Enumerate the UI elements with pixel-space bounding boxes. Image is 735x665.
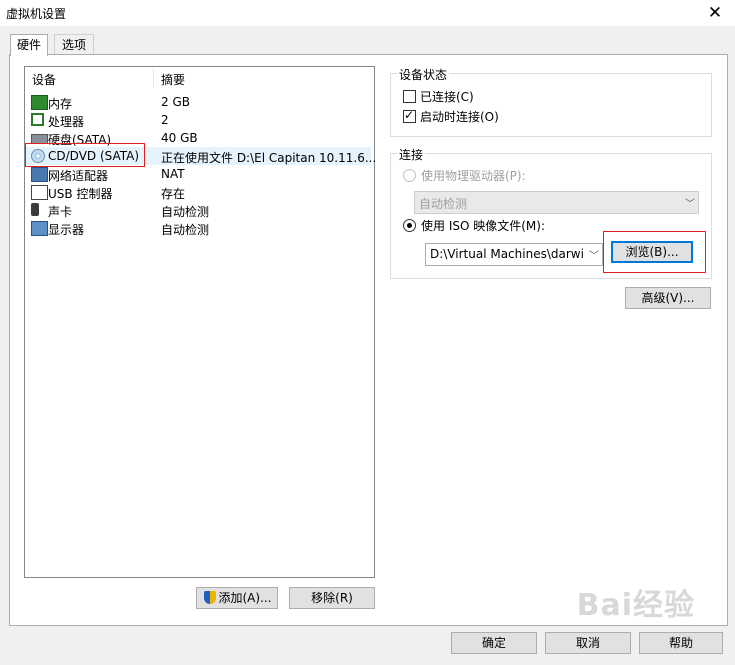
device-row-sound[interactable]: 声卡 自动检测: [26, 201, 371, 219]
cancel-button[interactable]: 取消: [545, 632, 631, 654]
advanced-button[interactable]: 高级(V)...: [625, 287, 711, 309]
device-row-network[interactable]: 网络适配器 NAT: [26, 165, 371, 183]
connection-group: 连接 使用物理驱动器(P): 自动检测 ﹀ 使用 ISO 映像文件(M): D:…: [390, 146, 712, 279]
ok-button[interactable]: 确定: [451, 632, 537, 654]
iso-path-combo[interactable]: D:\Virtual Machines\darwin_ ﹀: [425, 243, 603, 266]
network-adapter-icon: [31, 167, 48, 182]
remove-button[interactable]: 移除(R): [289, 587, 375, 609]
device-name: 声卡: [48, 205, 73, 219]
device-summary: 2 GB: [161, 95, 190, 109]
window-title: 虚拟机设置: [6, 7, 67, 21]
connected-checkbox[interactable]: [403, 90, 416, 103]
memory-icon: [31, 95, 48, 110]
device-summary: NAT: [161, 167, 185, 181]
device-summary: 40 GB: [161, 131, 198, 145]
device-summary: 2: [161, 113, 169, 127]
tab-hardware[interactable]: 硬件: [10, 34, 48, 56]
iso-label: 使用 ISO 映像文件(M):: [421, 219, 545, 233]
connect-at-power-on-label: 启动时连接(O): [420, 110, 499, 124]
title-bar: 虚拟机设置 ✕: [0, 0, 735, 26]
device-status-label: 设备状态: [397, 66, 450, 83]
device-row-memory[interactable]: 内存 2 GB: [26, 93, 371, 111]
highlight-box: [25, 143, 145, 167]
device-summary: 正在使用文件 D:\El Capitan 10.11.6...: [161, 151, 377, 165]
chevron-down-icon: ﹀: [685, 199, 695, 210]
column-header-summary[interactable]: 摘要: [161, 71, 185, 88]
connected-label: 已连接(C): [420, 90, 474, 104]
shield-icon: [204, 591, 216, 604]
browse-button[interactable]: 浏览(B)...: [611, 241, 693, 263]
device-name: 内存: [48, 97, 73, 111]
device-list[interactable]: 设备 摘要 内存 2 GB 处理器 2 硬盘(SATA) 40 GB CD/DV…: [24, 66, 377, 578]
column-divider: [153, 69, 154, 87]
column-header-device[interactable]: 设备: [32, 71, 56, 88]
add-button-label: 添加(A)...: [218, 591, 272, 605]
device-row-usb[interactable]: USB 控制器 存在: [26, 183, 371, 201]
physical-drive-value: 自动检测: [419, 197, 468, 211]
close-icon[interactable]: ✕: [703, 2, 727, 24]
iso-path-value: D:\Virtual Machines\darwin_: [430, 247, 585, 261]
help-button[interactable]: 帮助: [639, 632, 723, 654]
add-button[interactable]: 添加(A)...: [196, 587, 278, 609]
device-row-processor[interactable]: 处理器 2: [26, 111, 371, 129]
physical-drive-label: 使用物理驱动器(P):: [421, 169, 526, 183]
tab-options[interactable]: 选项: [54, 34, 94, 55]
device-name: 网络适配器: [48, 169, 109, 183]
connection-label: 连接: [397, 146, 426, 163]
watermark: Bai经验: [576, 588, 695, 623]
display-icon: [31, 221, 48, 236]
device-summary: 自动检测: [161, 223, 210, 237]
device-name: USB 控制器: [48, 187, 113, 201]
physical-drive-select[interactable]: 自动检测 ﹀: [414, 191, 699, 214]
sound-card-icon: [31, 203, 39, 216]
physical-drive-radio[interactable]: [403, 169, 416, 182]
cpu-icon: [31, 113, 44, 126]
usb-icon: [31, 185, 48, 200]
connect-at-power-on-checkbox[interactable]: [403, 108, 416, 123]
device-summary: 存在: [161, 187, 186, 201]
device-name: 处理器: [48, 115, 85, 129]
device-name: 显示器: [48, 223, 85, 237]
chevron-down-icon: ﹀: [589, 251, 599, 262]
iso-radio[interactable]: [403, 219, 416, 232]
device-status-group: 设备状态 已连接(C) 启动时连接(O): [390, 66, 712, 137]
device-summary: 自动检测: [161, 205, 210, 219]
device-row-display[interactable]: 显示器 自动检测: [26, 219, 371, 237]
